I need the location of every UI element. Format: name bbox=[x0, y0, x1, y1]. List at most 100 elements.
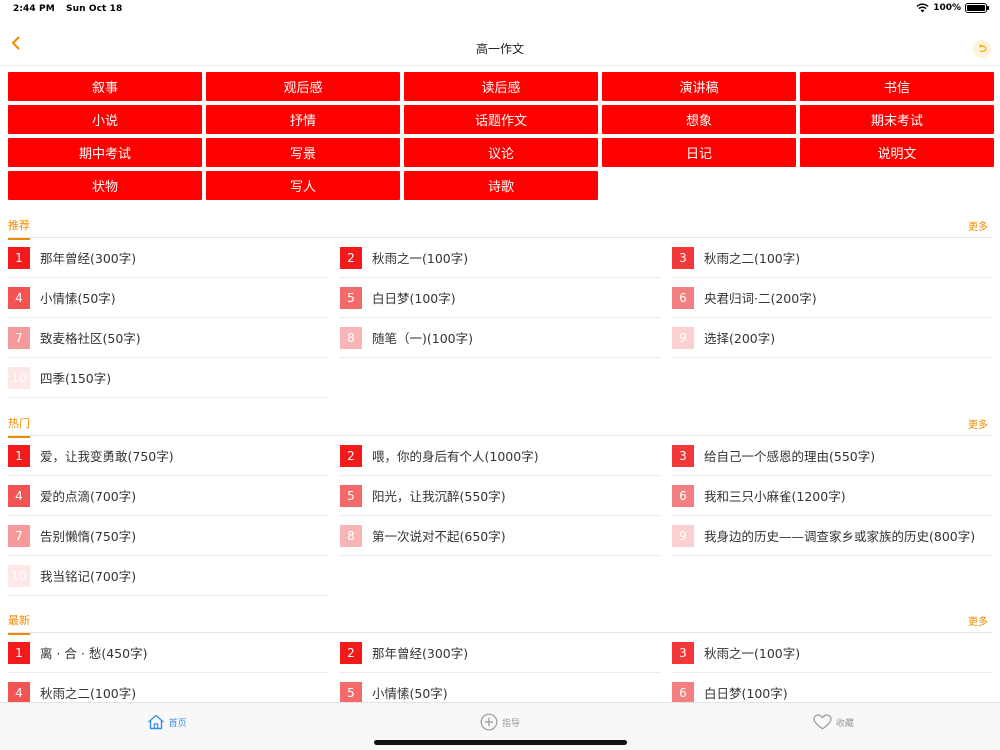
rank-number: 3 bbox=[672, 246, 694, 269]
rank-number: 8 bbox=[340, 524, 362, 547]
rank-number: 5 bbox=[340, 484, 362, 507]
nav-bar: 高一作文 bbox=[0, 20, 1000, 66]
list-item[interactable]: 4 爱的点滴(700字) bbox=[8, 476, 328, 516]
category-button[interactable]: 期末考试 bbox=[800, 105, 994, 134]
item-title: 选择(200字) bbox=[704, 331, 776, 346]
rank-number: 1 bbox=[8, 246, 30, 269]
item-title: 白日梦(100字) bbox=[704, 686, 788, 701]
list-item[interactable]: 6 我和三只小麻雀(1200字) bbox=[672, 476, 992, 516]
list-item[interactable]: 9 我身边的历史——调查家乡或家族的历史(800字) bbox=[672, 516, 992, 556]
list-item[interactable]: 2 喂，你的身后有个人(1000字) bbox=[340, 436, 660, 476]
list-item[interactable]: 7 告别懒惰(750字) bbox=[8, 516, 328, 556]
page-title: 高一作文 bbox=[475, 42, 524, 56]
item-title: 白日梦(100字) bbox=[372, 291, 456, 306]
rank-number: 6 bbox=[672, 681, 694, 704]
section-header: 最新 更多 bbox=[8, 607, 992, 635]
category-button[interactable]: 抒情 bbox=[206, 105, 400, 134]
item-title: 秋雨之一(100字) bbox=[704, 646, 801, 661]
category-button[interactable]: 期中考试 bbox=[8, 138, 202, 167]
item-title: 致麦格社区(50字) bbox=[40, 331, 141, 346]
category-button[interactable]: 日记 bbox=[602, 138, 796, 167]
home-icon bbox=[147, 714, 164, 730]
rank-number: 2 bbox=[340, 246, 362, 269]
section-header: 推荐 更多 bbox=[8, 212, 992, 240]
category-button[interactable]: 写人 bbox=[206, 171, 400, 200]
rank-number: 2 bbox=[340, 641, 362, 664]
rank-number: 3 bbox=[672, 641, 694, 664]
more-link[interactable]: 更多 bbox=[968, 218, 988, 233]
more-link[interactable]: 更多 bbox=[968, 416, 988, 431]
section-recommended: 推荐 更多 1 那年曾经(300字) 2 秋雨之一(100字) 3 秋雨之二(100字… bbox=[0, 212, 1000, 398]
plus-circle-icon bbox=[480, 713, 498, 731]
tab-home[interactable]: 首页 bbox=[0, 703, 333, 741]
list-item[interactable]: 3 秋雨之一(100字) bbox=[672, 633, 992, 673]
rank-number: 10 bbox=[8, 366, 30, 389]
list-item[interactable]: 1 爱，让我变勇敢(750字) bbox=[8, 436, 328, 476]
list-item[interactable]: 5 阳光，让我沉醉(550字) bbox=[340, 476, 660, 516]
category-button[interactable]: 叙事 bbox=[8, 72, 202, 101]
status-left: 2:44 PM Sun Oct 18 bbox=[13, 4, 122, 14]
rank-list: 1 离 · 合 · 愁(450字) 2 那年曾经(300字) 3 秋雨之一(100字)… bbox=[8, 633, 992, 713]
list-item[interactable]: 9 选择(200字) bbox=[672, 318, 992, 358]
category-button[interactable]: 想象 bbox=[602, 105, 796, 134]
list-item[interactable]: 8 随笔（一)(100字) bbox=[340, 318, 660, 358]
tab-guide[interactable]: 指导 bbox=[333, 703, 666, 741]
tab-label: 首页 bbox=[168, 718, 187, 729]
status-date: Sun Oct 18 bbox=[66, 4, 123, 14]
rank-number: 8 bbox=[340, 326, 362, 349]
list-item[interactable]: 6 央君归词·二(200字) bbox=[672, 278, 992, 318]
category-button[interactable]: 话题作文 bbox=[404, 105, 598, 134]
section-title: 最新 bbox=[8, 612, 30, 635]
rank-number: 10 bbox=[8, 564, 30, 587]
rank-number: 7 bbox=[8, 326, 30, 349]
category-button[interactable]: 演讲稿 bbox=[602, 72, 796, 101]
category-button[interactable]: 议论 bbox=[404, 138, 598, 167]
item-title: 那年曾经(300字) bbox=[40, 251, 137, 266]
category-button[interactable]: 读后感 bbox=[404, 72, 598, 101]
list-item[interactable]: 10 我当铭记(700字) bbox=[8, 556, 328, 596]
category-button[interactable]: 小说 bbox=[8, 105, 202, 134]
list-item[interactable]: 1 那年曾经(300字) bbox=[8, 238, 328, 278]
list-item[interactable]: 8 第一次说对不起(650字) bbox=[340, 516, 660, 556]
tab-label: 收藏 bbox=[835, 718, 854, 729]
item-title: 我和三只小麻雀(1200字) bbox=[704, 489, 846, 504]
section-title: 推荐 bbox=[8, 217, 30, 240]
category-grid: 叙事 观后感 读后感 演讲稿 书信 小说 抒情 话题作文 想象 期末考试 期中考… bbox=[8, 72, 994, 200]
battery-icon bbox=[965, 3, 989, 13]
list-item[interactable]: 5 白日梦(100字) bbox=[340, 278, 660, 318]
battery-percent: 100% bbox=[933, 3, 961, 13]
list-item[interactable]: 1 离 · 合 · 愁(450字) bbox=[8, 633, 328, 673]
rank-number: 2 bbox=[340, 444, 362, 467]
list-item[interactable]: 3 秋雨之二(100字) bbox=[672, 238, 992, 278]
category-button[interactable]: 观后感 bbox=[206, 72, 400, 101]
category-button[interactable]: 写景 bbox=[206, 138, 400, 167]
item-title: 小情愫(50字) bbox=[372, 686, 448, 701]
rank-number: 1 bbox=[8, 444, 30, 467]
rank-number: 6 bbox=[672, 286, 694, 309]
rank-number: 7 bbox=[8, 524, 30, 547]
list-item[interactable]: 3 给自己一个感恩的理由(550字) bbox=[672, 436, 992, 476]
section-header: 热门 更多 bbox=[8, 410, 992, 438]
status-time: 2:44 PM bbox=[13, 4, 55, 14]
item-title: 我身边的历史——调查家乡或家族的历史(800字) bbox=[704, 529, 976, 544]
list-item[interactable]: 2 秋雨之一(100字) bbox=[340, 238, 660, 278]
list-item[interactable]: 4 小情愫(50字) bbox=[8, 278, 328, 318]
list-item[interactable]: 7 致麦格社区(50字) bbox=[8, 318, 328, 358]
list-item[interactable]: 2 那年曾经(300字) bbox=[340, 633, 660, 673]
more-link[interactable]: 更多 bbox=[968, 613, 988, 628]
category-button[interactable]: 书信 bbox=[800, 72, 994, 101]
item-title: 秋雨之二(100字) bbox=[704, 251, 801, 266]
list-item[interactable]: 10 四季(150字) bbox=[8, 358, 328, 398]
category-button[interactable]: 状物 bbox=[8, 171, 202, 200]
section-title: 热门 bbox=[8, 415, 30, 438]
category-button[interactable]: 诗歌 bbox=[404, 171, 598, 200]
category-button[interactable]: 说明文 bbox=[800, 138, 994, 167]
item-title: 给自己一个感恩的理由(550字) bbox=[704, 449, 876, 464]
refresh-button[interactable] bbox=[973, 40, 991, 58]
item-title: 爱的点滴(700字) bbox=[40, 489, 137, 504]
wifi-icon bbox=[916, 3, 929, 13]
item-title: 那年曾经(300字) bbox=[372, 646, 469, 661]
rank-number: 1 bbox=[8, 641, 30, 664]
item-title: 喂，你的身后有个人(1000字) bbox=[372, 449, 539, 464]
tab-favorites[interactable]: 收藏 bbox=[667, 703, 1000, 741]
